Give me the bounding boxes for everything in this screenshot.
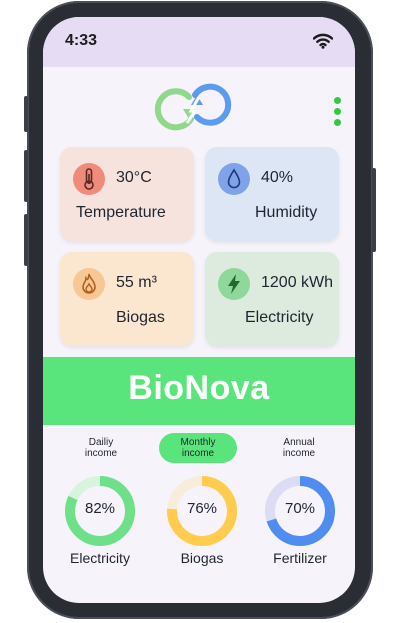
biogas-gauge-label: Biogas	[180, 550, 224, 566]
tab-daily-line2: income	[84, 448, 118, 459]
status-time: 4:33	[65, 32, 98, 49]
bionova-logo-icon	[154, 83, 232, 131]
volume-down-button	[24, 214, 28, 266]
electricity-gauge: 82% Electricity	[50, 475, 150, 571]
wifi-icon	[313, 33, 333, 49]
temperature-value: 30°C	[116, 169, 152, 186]
humidity-card[interactable]: 40% Humidity	[205, 147, 339, 241]
biogas-gauge: 76% Biogas	[152, 475, 252, 571]
biogas-value: 55 m³	[116, 274, 157, 291]
power-button	[372, 168, 376, 252]
biogas-percent: 76%	[186, 500, 218, 517]
tab-annual-line1: Annual	[283, 437, 315, 448]
electricity-percent: 82%	[84, 500, 116, 517]
droplet-icon	[218, 163, 250, 195]
fertilizer-percent: 70%	[284, 500, 316, 517]
humidity-value: 40%	[261, 169, 294, 186]
tab-monthly-line2: income	[181, 448, 215, 459]
tab-annual-line2: income	[282, 448, 316, 459]
tab-daily-line1: Dailiy	[88, 437, 114, 448]
mute-switch	[24, 96, 28, 132]
menu-button[interactable]	[331, 97, 343, 131]
flame-icon	[73, 268, 105, 300]
lightning-icon	[218, 268, 250, 300]
biogas-card[interactable]: 55 m³ Biogas	[60, 252, 194, 346]
fertilizer-gauge: 70% Fertilizer	[250, 475, 350, 571]
thermometer-icon	[73, 163, 105, 195]
biogas-label: Biogas	[116, 309, 165, 326]
tab-monthly-line1: Monthly	[180, 437, 216, 448]
temperature-label: Temperature	[76, 204, 166, 221]
humidity-label: Humidity	[255, 204, 318, 221]
status-bar: 4:33	[43, 17, 355, 67]
brand-banner: BioNova	[43, 357, 355, 425]
tab-daily-income[interactable]: Dailiy income	[62, 433, 140, 463]
tab-annual-income[interactable]: Annual income	[260, 433, 338, 463]
fertilizer-gauge-label: Fertilizer	[273, 550, 327, 566]
income-tabs: Dailiy income Monthly income Annual inco…	[43, 425, 355, 475]
brand-title: BioNova	[128, 369, 270, 407]
electricity-label: Electricity	[245, 309, 314, 326]
temperature-card[interactable]: 30°C Temperature	[60, 147, 194, 241]
app-header	[43, 67, 355, 147]
electricity-gauge-label: Electricity	[70, 550, 130, 566]
tab-monthly-income[interactable]: Monthly income	[159, 433, 237, 463]
electricity-card[interactable]: 1200 kWh Electricity	[205, 252, 339, 346]
volume-up-button	[24, 150, 28, 202]
app-screen: 4:33 30°C Temperature 40% Humidity 55 m³…	[43, 17, 355, 603]
vertical-dots-icon	[333, 97, 341, 104]
electricity-value: 1200 kWh	[261, 274, 334, 291]
